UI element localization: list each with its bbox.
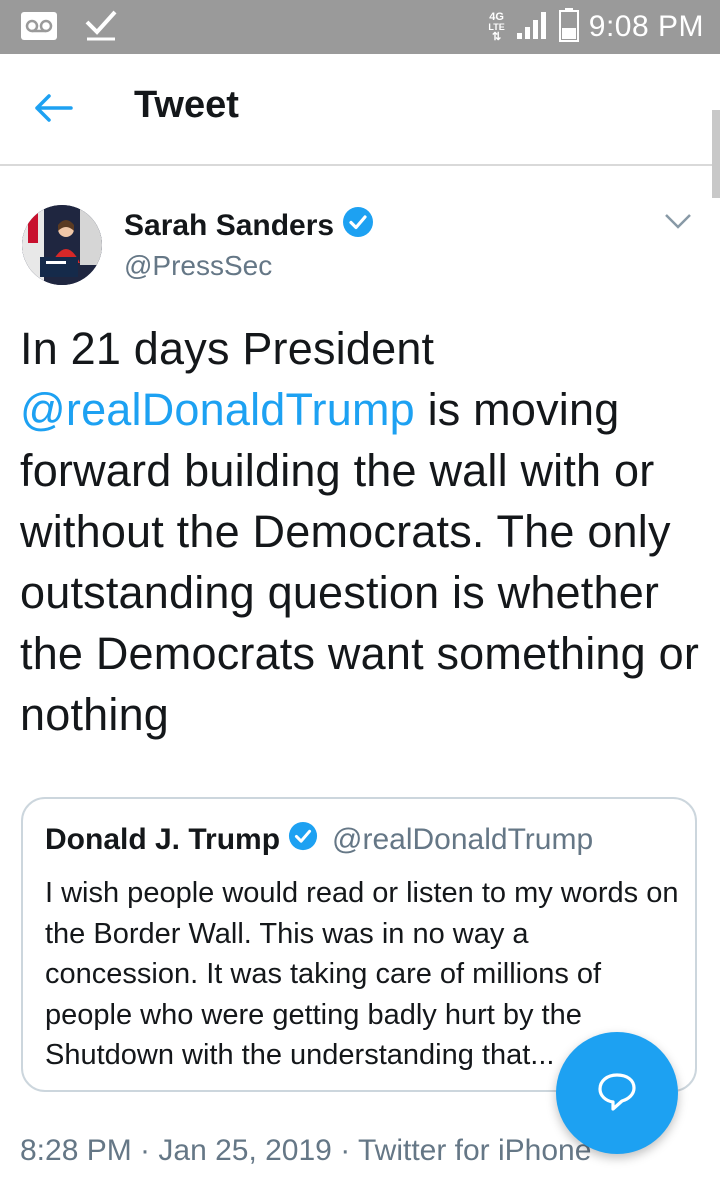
status-time: 9:08 PM: [588, 10, 704, 43]
mention-link[interactable]: @realDonaldTrump: [20, 384, 415, 435]
battery-icon: [558, 7, 579, 47]
reply-bubble-icon: [595, 1069, 639, 1118]
page-title: Tweet: [134, 84, 239, 126]
status-bar: 4G LTE ⇅ 9:08 PM: [0, 0, 720, 54]
author-handle[interactable]: @PressSec: [124, 250, 272, 282]
author-name-label: Sarah Sanders: [124, 209, 335, 242]
signal-icon: [515, 9, 549, 46]
reply-fab-button[interactable]: [556, 1032, 678, 1154]
network-type-label: 4G: [489, 11, 504, 23]
verified-badge-icon: [288, 821, 318, 859]
author-name[interactable]: Sarah Sanders: [124, 206, 374, 246]
quoted-author-name: Donald J. Trump: [45, 823, 281, 856]
tweet-options-button[interactable]: [658, 208, 698, 238]
tweet-text: In 21 days President @realDonaldTrump is…: [20, 318, 710, 745]
app-bar: Tweet: [0, 54, 720, 198]
avatar[interactable]: [22, 205, 102, 285]
verified-badge-icon: [342, 206, 374, 246]
quoted-tweet-header: Donald J. Trump @realDonaldTrump: [45, 821, 593, 859]
tweet-timestamp: 8:28 PM · Jan 25, 2019 · Twitter for iPh…: [20, 1134, 592, 1167]
quoted-author-handle: @realDonaldTrump: [332, 823, 594, 856]
check-icon: [84, 10, 118, 47]
tweet-text-end: is moving forward building the wall with…: [20, 384, 700, 740]
tweet-text-start: In 21 days President: [20, 323, 435, 374]
scrollbar-thumb[interactable]: [712, 110, 720, 198]
back-button[interactable]: [28, 90, 80, 130]
voicemail-icon: [20, 11, 58, 46]
network-4g-lte-icon: 4G LTE ⇅: [488, 11, 505, 43]
chevron-down-icon: [664, 212, 692, 235]
arrow-left-icon: [35, 93, 73, 127]
